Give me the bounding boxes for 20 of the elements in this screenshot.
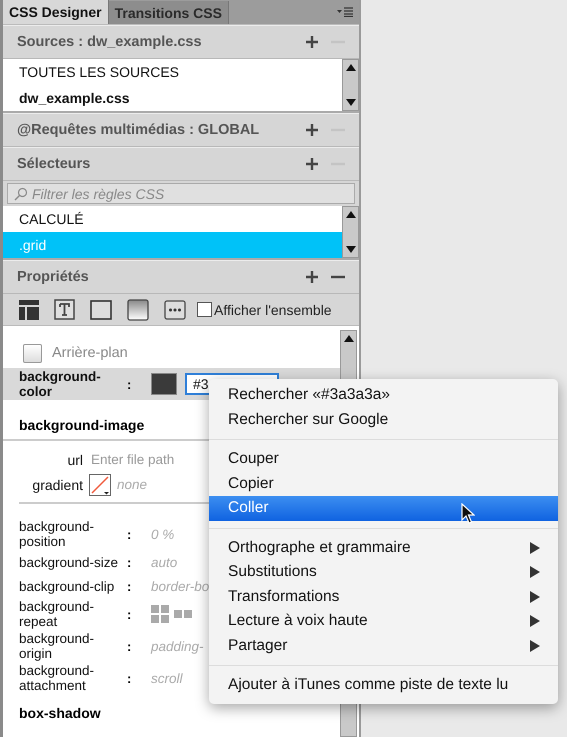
colon: :	[127, 670, 132, 686]
colon: :	[127, 638, 132, 654]
property-name: background-clip	[19, 578, 116, 594]
section-title: Sélecteurs	[17, 156, 92, 172]
section-title: Propriétés	[17, 269, 90, 285]
colon: :	[127, 376, 132, 392]
property-label: gradient	[31, 476, 83, 492]
section-title: Sources : dw_example.css	[17, 34, 203, 50]
section-title: @Requêtes multimédias : GLOBAL	[17, 122, 260, 138]
property-name: background-size	[19, 554, 120, 570]
colon: :	[127, 554, 132, 570]
property-name: background-attachment	[19, 663, 96, 693]
property-label: url	[66, 452, 83, 468]
property-name: background-color	[19, 369, 102, 399]
colon: :	[127, 578, 132, 594]
property-name: background-position	[19, 519, 96, 549]
group-title: box-shadow	[18, 704, 102, 723]
colon: :	[127, 606, 132, 622]
colon: :	[127, 526, 132, 542]
gradient-value: none	[117, 477, 148, 492]
